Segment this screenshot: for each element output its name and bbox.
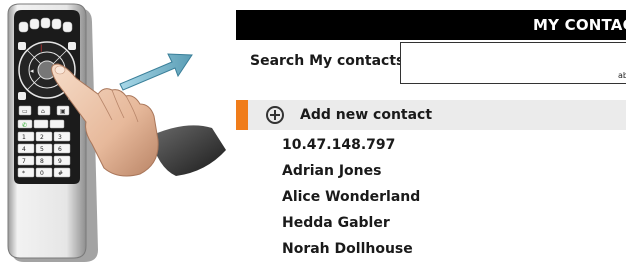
keypad-key-label: 8 [40, 158, 44, 165]
keypad-key-label: 0 [40, 170, 44, 177]
remote-illustration: | ◂ ▭ ⌂ ▣ ✆ 1 2 3 4 5 6 7 8 9 * 0 # [7, 3, 226, 262]
svg-text:▣: ▣ [60, 108, 66, 115]
my-contacts-panel: MY CONTACTS Search My contacts ab Add ne… [236, 0, 626, 263]
keypad-key-label: 3 [58, 134, 62, 141]
search-input[interactable]: ab [400, 42, 626, 84]
arrow-icon [119, 53, 193, 91]
list-item[interactable]: Adrian Jones [236, 158, 626, 184]
list-item[interactable]: Norah Dollhouse [236, 236, 626, 262]
selection-accent [236, 100, 248, 130]
add-new-contact-button[interactable]: Add new contact [236, 100, 626, 130]
keypad-key-label: 5 [40, 146, 44, 153]
panel-header: MY CONTACTS [236, 10, 626, 40]
add-new-contact-label: Add new contact [300, 107, 433, 123]
keypad-key-label: 9 [58, 158, 62, 165]
list-item[interactable]: 10.47.148.797 [236, 132, 626, 158]
svg-text:|: | [40, 44, 42, 52]
keypad-key-label: # [58, 170, 63, 177]
list-item[interactable]: Hedda Gabler [236, 210, 626, 236]
svg-text:⌂: ⌂ [41, 108, 45, 115]
keypad-key-label: * [22, 170, 25, 177]
plus-circle-icon [266, 106, 284, 124]
keypad-key-label: 1 [22, 134, 26, 141]
keypad-key-label: 7 [22, 158, 26, 165]
list-item[interactable]: Alice Wonderland [236, 184, 626, 210]
search-row: Search My contacts ab [236, 40, 626, 92]
keypad-key-label: 4 [22, 146, 26, 153]
search-input-hint: ab [618, 71, 626, 80]
svg-text:◂: ◂ [30, 67, 34, 75]
page-title: MY CONTACTS [533, 16, 626, 34]
keypad-key-label: 6 [58, 146, 62, 153]
keypad-key-label: 2 [40, 134, 44, 141]
search-label: Search My contacts [250, 53, 405, 69]
svg-text:✆: ✆ [22, 122, 27, 129]
contact-list: 10.47.148.797 Adrian Jones Alice Wonderl… [236, 132, 626, 262]
svg-text:▭: ▭ [22, 108, 28, 115]
